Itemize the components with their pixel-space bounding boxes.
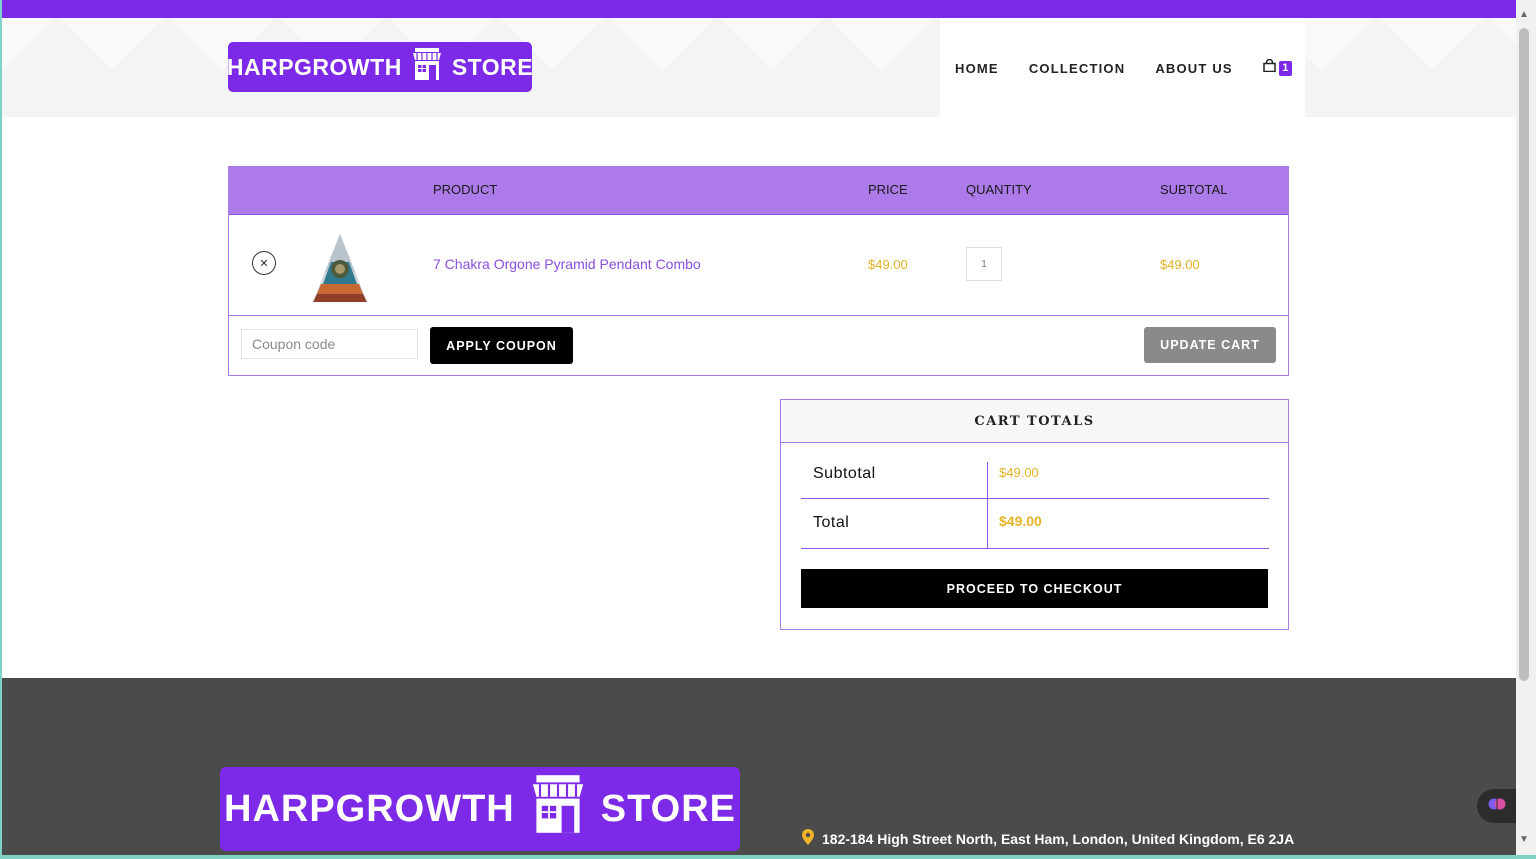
table-row: ✕ 7 Chakra Orgone Pyramid Pendant Combo … (229, 214, 1288, 316)
cart-totals-panel: CART TOTALS Subtotal $49.00 Total $49.00… (780, 399, 1289, 630)
shopping-bag-icon (1263, 58, 1276, 77)
cart-table-header: PRODUCT PRICE QUANTITY SUBTOTAL (229, 167, 1288, 215)
nav-home[interactable]: HOME (955, 61, 999, 76)
brain-icon (1488, 795, 1506, 818)
storefront-icon (531, 773, 585, 845)
totals-total-row: Total $49.00 (801, 498, 1269, 549)
remove-item-button[interactable]: ✕ (252, 251, 276, 275)
update-cart-button[interactable]: UPDATE CART (1144, 327, 1276, 363)
header-subtotal: SUBTOTAL (1160, 182, 1228, 197)
totals-subtotal-row: Subtotal $49.00 (801, 462, 1269, 499)
totals-divider (987, 498, 988, 548)
header-product: PRODUCT (433, 182, 498, 197)
close-icon: ✕ (259, 257, 269, 270)
header-price: PRICE (868, 182, 908, 197)
scroll-down-icon[interactable]: ▼ (1519, 834, 1529, 845)
product-subtotal: $49.00 (1160, 257, 1200, 272)
nav-about-us[interactable]: ABOUT US (1155, 61, 1233, 76)
cart-table: PRODUCT PRICE QUANTITY SUBTOTAL ✕ 7 Chak… (228, 166, 1289, 376)
subtotal-value: $49.00 (999, 465, 1039, 480)
cart-link[interactable]: 1 (1263, 58, 1292, 77)
header-quantity: QUANTITY (966, 182, 1032, 197)
floating-assistant-button[interactable] (1477, 789, 1517, 823)
logo-text-left: HARPGROWTH (226, 53, 402, 80)
footer-logo[interactable]: HARPGROWTH STORE (220, 767, 740, 851)
quantity-input[interactable] (966, 247, 1002, 281)
product-name-link[interactable]: 7 Chakra Orgone Pyramid Pendant Combo (433, 256, 701, 272)
storefront-icon (412, 47, 442, 87)
cart-count-badge: 1 (1278, 60, 1292, 76)
address-text: 182-184 High Street North, East Ham, Lon… (822, 830, 1295, 847)
top-accent-bar (0, 0, 1536, 18)
apply-coupon-button[interactable]: APPLY COUPON (430, 327, 573, 364)
cart-totals-title: CART TOTALS (781, 400, 1288, 443)
scroll-up-icon[interactable]: ▲ (1519, 9, 1529, 20)
totals-divider (987, 462, 988, 498)
footer-logo-text-right: STORE (600, 787, 736, 830)
nav-collection[interactable]: COLLECTION (1029, 61, 1126, 76)
total-label: Total (813, 514, 850, 531)
product-price: $49.00 (868, 257, 908, 272)
coupon-input[interactable] (241, 329, 418, 359)
main-nav: HOME COLLECTION ABOUT US 1 (955, 58, 1292, 77)
footer-address: 182-184 High Street North, East Ham, Lon… (802, 829, 1294, 848)
scrollbar-thumb[interactable] (1519, 28, 1529, 681)
footer-logo-text-left: HARPGROWTH (224, 787, 515, 830)
proceed-to-checkout-button[interactable]: PROCEED TO CHECKOUT (801, 569, 1268, 608)
location-pin-icon (802, 829, 814, 848)
total-value: $49.00 (999, 513, 1042, 529)
logo-text-right: STORE (451, 53, 534, 80)
subtotal-label: Subtotal (813, 465, 876, 482)
site-footer: HARPGROWTH STORE 182-184 High Street Nor… (2, 678, 1516, 855)
store-logo[interactable]: HARPGROWTH STORE (226, 42, 534, 92)
window-frame-bottom (0, 855, 1536, 859)
product-thumbnail[interactable] (311, 232, 369, 304)
